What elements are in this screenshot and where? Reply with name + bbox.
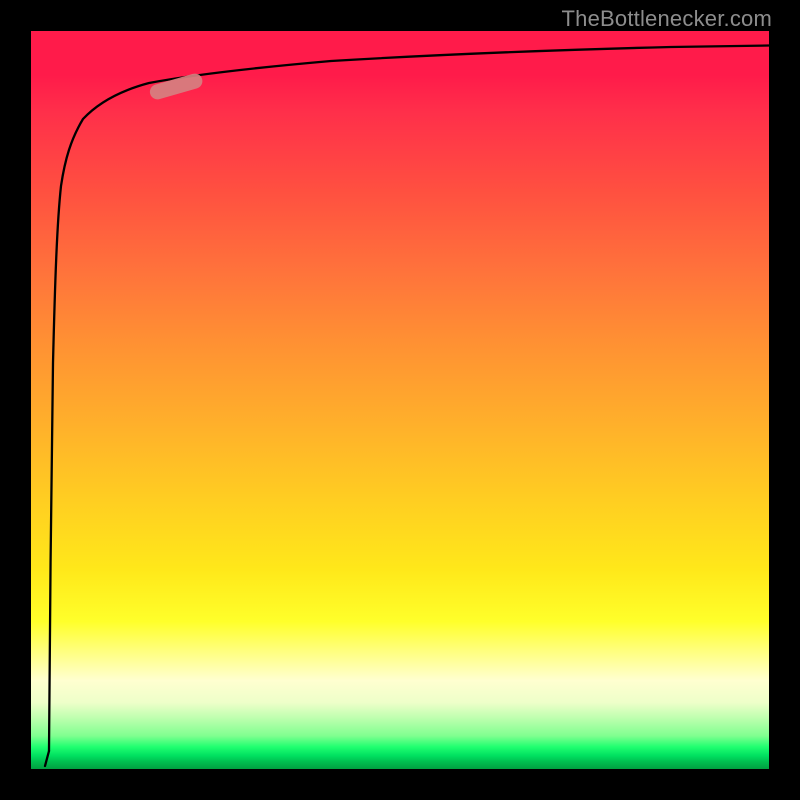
curve-marker xyxy=(148,72,204,101)
curve-main xyxy=(49,46,769,752)
chart-frame: TheBottlenecker.com xyxy=(0,0,800,800)
bottleneck-curve xyxy=(31,31,769,769)
plot-area xyxy=(31,31,769,769)
curve-initial-spike xyxy=(45,751,49,766)
watermark-text: TheBottlenecker.com xyxy=(562,6,772,32)
